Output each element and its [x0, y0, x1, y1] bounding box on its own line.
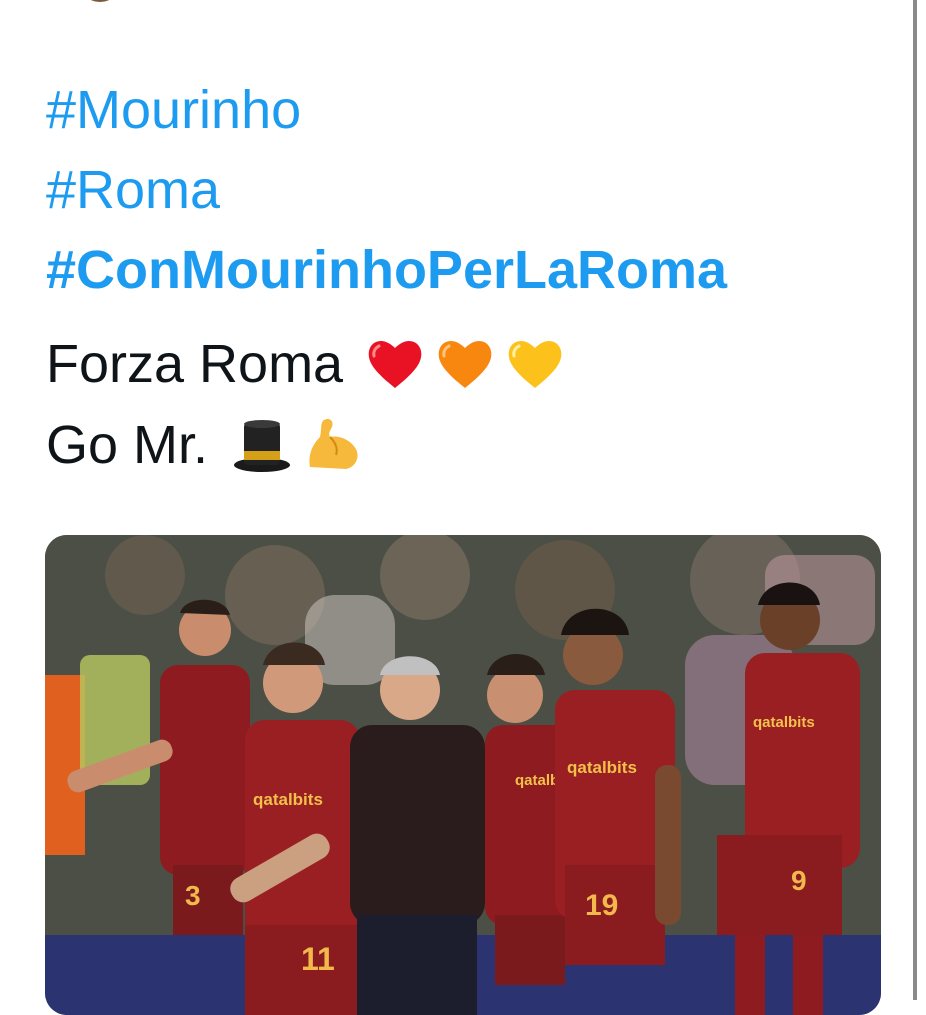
svg-text:qatalbits: qatalbits — [567, 758, 637, 777]
scrollbar-edge — [913, 0, 917, 1000]
photo-scene: 3 qatalbits 11 qatalbits — [45, 535, 881, 1015]
tweet-line-go-mr: Go Mr. — [46, 405, 362, 485]
hashtag-roma[interactable]: #Roma — [46, 150, 906, 230]
flexed-biceps-icon — [302, 415, 362, 475]
svg-text:3: 3 — [185, 880, 201, 911]
svg-text:qatalbits: qatalbits — [753, 714, 815, 731]
steward-vest — [45, 675, 85, 855]
orange-heart-icon — [435, 334, 495, 394]
svg-text:9: 9 — [791, 865, 807, 896]
avatar[interactable] — [78, 0, 122, 2]
go-mr-text: Go Mr. — [46, 405, 208, 485]
svg-text:qatalbits: qatalbits — [253, 790, 323, 809]
svg-text:19: 19 — [585, 889, 618, 922]
tweet-line-forza-roma: Forza Roma — [46, 324, 565, 404]
hashtag-conmourinhoperlaroma[interactable]: #ConMourinhoPerLaRoma — [46, 230, 906, 310]
yellow-heart-icon — [505, 334, 565, 394]
svg-text:11: 11 — [301, 941, 335, 977]
tweet-photo[interactable]: 3 qatalbits 11 qatalbits — [45, 535, 881, 1015]
red-heart-icon — [365, 334, 425, 394]
hashtag-mourinho[interactable]: #Mourinho — [46, 70, 906, 150]
top-hat-icon — [232, 415, 292, 475]
forza-roma-text: Forza Roma — [46, 324, 343, 404]
tweet-text: #Mourinho #Roma #ConMourinhoPerLaRoma — [46, 70, 906, 310]
